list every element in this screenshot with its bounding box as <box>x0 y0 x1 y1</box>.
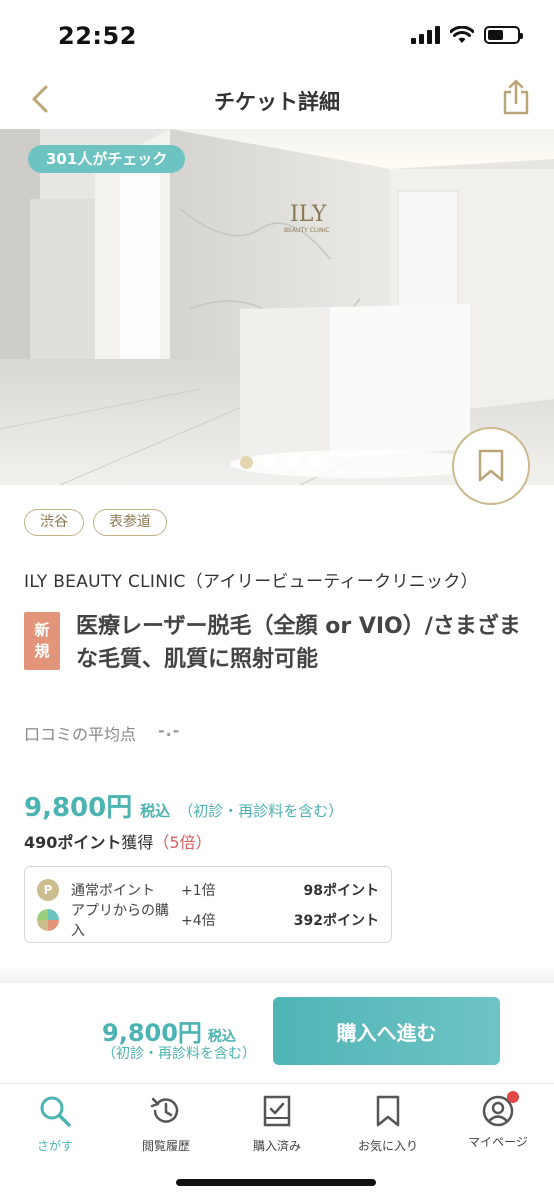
home-indicator <box>176 1179 376 1186</box>
bookmark-icon <box>376 1095 400 1127</box>
price-note: （初診・再診料を含む） <box>178 802 344 820</box>
points-label: 通常ポイント <box>71 883 155 899</box>
carousel-dots[interactable] <box>240 456 322 469</box>
status-time: 22:52 <box>58 22 137 50</box>
points-label: アプリからの購入 <box>71 903 169 939</box>
tab-label: さがす <box>36 1139 73 1153</box>
profile-icon-wrap <box>481 1091 519 1128</box>
clinic-name[interactable]: ILY BEAUTY CLINIC（アイリービューティークリニック） <box>24 567 478 592</box>
purchase-bar: 9,800円 税込 （初診・再診料を含む） 購入へ進む <box>0 983 554 1083</box>
page-title: チケット詳細 <box>214 90 340 114</box>
nav-bar: チケット詳細 <box>0 70 554 128</box>
buy-button[interactable]: 購入へ進む <box>273 997 500 1065</box>
tab-history[interactable]: 閲覧履歴 <box>111 1094 221 1154</box>
carousel-dot[interactable] <box>263 456 276 469</box>
battery-icon <box>484 26 523 44</box>
history-icon <box>150 1097 179 1123</box>
price-tax: 税込 <box>140 802 171 820</box>
new-badge: 新 規 <box>24 612 60 670</box>
point-coin-icon: P <box>37 879 59 901</box>
share-icon[interactable] <box>500 78 532 116</box>
points-value: 98ポイント <box>303 883 379 899</box>
tab-label: マイページ <box>468 1135 528 1149</box>
carousel-dot[interactable] <box>309 456 322 469</box>
search-icon <box>40 1096 71 1127</box>
section-divider <box>0 965 554 983</box>
area-tags: 渋谷 表参道 <box>24 509 167 536</box>
points-suffix: 獲得 <box>121 833 154 852</box>
status-icons <box>411 26 523 44</box>
review-label: 口コミの平均点 <box>24 725 137 744</box>
carousel-dot[interactable] <box>240 456 253 469</box>
tab-label: 閲覧履歴 <box>141 1139 190 1153</box>
notification-dot <box>507 1091 519 1103</box>
bookmark-icon <box>478 449 504 482</box>
new-badge-char: 新 <box>34 621 50 639</box>
price-row: 9,800円 税込 （初診・再診料を含む） <box>24 787 343 824</box>
points-earned: 490ポイント獲得（5倍） <box>24 829 212 853</box>
points-value: 392ポイント <box>293 913 379 929</box>
signal-icon <box>411 26 440 44</box>
check-count-badge: 301人がチェック <box>28 145 186 173</box>
price-amount: 9,800円 <box>24 793 133 823</box>
tab-label: お気に入り <box>357 1139 418 1153</box>
review-score: -.- <box>158 721 181 740</box>
new-badge-char: 規 <box>34 642 50 660</box>
purchased-icon <box>263 1095 291 1127</box>
ily-sign-sub: BEAUTY CLINIC <box>284 227 329 234</box>
carousel-dot[interactable] <box>286 456 299 469</box>
review-summary: 口コミの平均点 -.- <box>24 721 180 745</box>
tab-purchased[interactable]: 購入済み <box>222 1094 332 1154</box>
ticket-title: 医療レーザー脱毛（全顔 or VIO）/さまざまな毛質、肌質に照射可能 <box>76 614 521 672</box>
tab-label: 購入済み <box>252 1139 301 1153</box>
area-tag[interactable]: 表参道 <box>93 509 167 536</box>
tab-search[interactable]: さがす <box>0 1094 110 1154</box>
points-row-app: アプリからの購入 +4倍 392ポイント <box>37 903 379 939</box>
points-amount: 490ポイント <box>24 833 122 852</box>
tab-favorites[interactable]: お気に入り <box>333 1094 443 1154</box>
status-bar: 22:52 <box>0 0 554 70</box>
points-breakdown: P 通常ポイント +1倍 98ポイント アプリからの購入 +4倍 392ポイント <box>24 866 392 943</box>
tab-mypage[interactable]: マイページ <box>443 1091 553 1150</box>
bookmark-button[interactable] <box>452 427 530 505</box>
wifi-icon <box>450 26 474 43</box>
points-mult: +4倍 <box>181 913 216 929</box>
area-tag[interactable]: 渋谷 <box>24 509 84 536</box>
purchase-price-note: （初診・再診料を含む） <box>102 1046 256 1062</box>
points-multiplier: （5倍） <box>153 833 212 852</box>
app-purchase-icon <box>37 909 59 931</box>
points-mult: +1倍 <box>181 883 216 899</box>
ily-sign: ILY <box>290 202 327 227</box>
